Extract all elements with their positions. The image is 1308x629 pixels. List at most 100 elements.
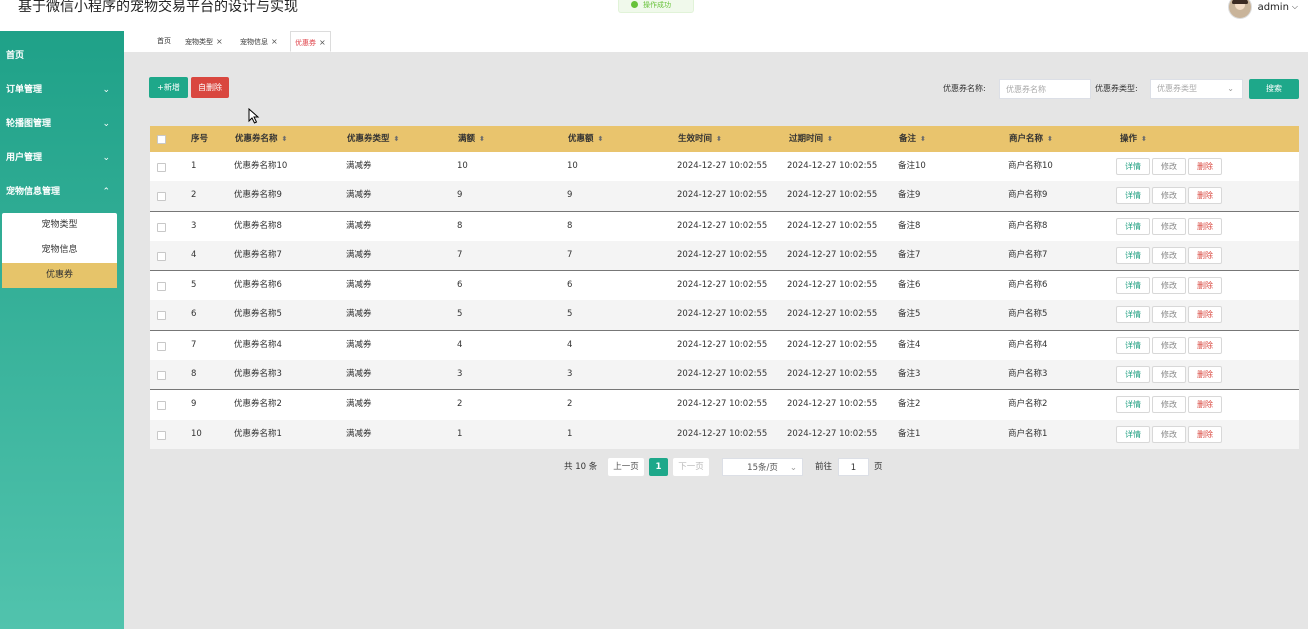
- row-checkbox[interactable]: [157, 163, 166, 172]
- select-all-checkbox[interactable]: [157, 135, 166, 144]
- edit-button[interactable]: 修改: [1152, 306, 1186, 324]
- coupon-table: 序号 优惠券名称 ⬍ 优惠券类型 ⬍ 满额 ⬍ 优惠额 ⬍ 生效时间 ⬍ 过期时间 ⬍ 备注…: [150, 126, 1299, 449]
- detail-button[interactable]: 详情: [1116, 158, 1150, 175]
- close-icon[interactable]: ×: [216, 37, 223, 46]
- row-checkbox[interactable]: [157, 371, 166, 381]
- cell-end: 2024-12-27 10:02:55: [787, 220, 878, 231]
- sidebar-item-banners[interactable]: 轮播图管理 ⌄: [0, 107, 124, 141]
- sort-icon: ⬍: [920, 135, 926, 143]
- sidebar-item-orders[interactable]: 订单管理 ⌄: [0, 73, 124, 107]
- coupon-type-select[interactable]: 优惠券类型 ⌄: [1150, 79, 1243, 99]
- detail-button[interactable]: 详情: [1116, 336, 1150, 354]
- delete-row-button[interactable]: 删除: [1188, 425, 1222, 443]
- column-header[interactable]: 过期时间 ⬍: [789, 126, 833, 152]
- cell-index: 5: [191, 280, 197, 291]
- row-checkbox[interactable]: [157, 251, 166, 261]
- delete-row-button[interactable]: 删除: [1188, 187, 1222, 205]
- edit-button[interactable]: 修改: [1152, 366, 1186, 384]
- column-header[interactable]: 优惠额 ⬍: [568, 126, 603, 152]
- add-button[interactable]: +新增: [149, 77, 188, 98]
- username[interactable]: admin: [1258, 2, 1289, 13]
- row-checkbox[interactable]: [157, 430, 166, 440]
- submenu-item-pet-type[interactable]: 宠物类型: [2, 213, 117, 238]
- table-row: 2 优惠券名称9 满减券 9 9 2024-12-27 10:02:55 2024-12-2…: [150, 181, 1299, 212]
- tab-home[interactable]: 首页: [153, 31, 175, 52]
- column-header[interactable]: 满额 ⬍: [458, 126, 485, 152]
- tab-pet-type[interactable]: 宠物类型 ×: [181, 31, 227, 52]
- search-button[interactable]: 搜索: [1249, 79, 1299, 99]
- column-header[interactable]: 序号: [191, 126, 208, 152]
- detail-button[interactable]: 详情: [1116, 217, 1150, 235]
- column-header[interactable]: 商户名称 ⬍: [1009, 126, 1053, 152]
- cell-remark: 备注4: [898, 339, 921, 350]
- sidebar-item-pet-info[interactable]: 宠物信息管理 ⌃: [0, 175, 124, 209]
- row-checkbox[interactable]: [157, 222, 166, 232]
- close-icon[interactable]: ×: [271, 37, 278, 46]
- edit-button[interactable]: 修改: [1152, 217, 1186, 235]
- sidebar-item-home[interactable]: 首页: [0, 39, 124, 73]
- edit-button[interactable]: 修改: [1152, 158, 1186, 175]
- submenu-item-coupon[interactable]: 优惠券: [2, 263, 117, 288]
- row-checkbox[interactable]: [157, 282, 166, 292]
- edit-button[interactable]: 修改: [1152, 336, 1186, 354]
- sidebar-item-label: 订单管理: [6, 85, 43, 95]
- row-checkbox[interactable]: [157, 401, 166, 411]
- tab-pet-info[interactable]: 宠物信息 ×: [236, 31, 282, 52]
- row-checkbox[interactable]: [157, 311, 166, 321]
- delete-row-button[interactable]: 删除: [1188, 306, 1222, 324]
- detail-button[interactable]: 详情: [1116, 246, 1150, 264]
- delete-row-button[interactable]: 删除: [1188, 277, 1222, 295]
- user-menu[interactable]: admin ⌵: [1227, 0, 1298, 19]
- close-icon[interactable]: ×: [319, 38, 326, 47]
- goto-page-input[interactable]: 1: [838, 458, 869, 476]
- app-title: 基于微信小程序的宠物交易平台的设计与实现: [18, 0, 298, 15]
- delete-row-button[interactable]: 删除: [1188, 366, 1222, 384]
- column-header[interactable]: 操作 ⬍: [1120, 126, 1147, 152]
- prev-page-button[interactable]: 上一页: [608, 458, 644, 476]
- edit-button[interactable]: 修改: [1152, 396, 1186, 414]
- delete-row-button[interactable]: 删除: [1188, 396, 1222, 414]
- edit-button[interactable]: 修改: [1152, 277, 1186, 295]
- cell-type: 满减券: [346, 190, 372, 201]
- detail-button[interactable]: 详情: [1116, 425, 1150, 443]
- cell-end: 2024-12-27 10:02:55: [787, 339, 878, 350]
- row-checkbox[interactable]: [157, 341, 166, 351]
- cell-full: 10: [457, 161, 468, 171]
- detail-button[interactable]: 详情: [1116, 366, 1150, 384]
- cell-name: 优惠券名称7: [234, 249, 282, 260]
- delete-button[interactable]: 自删除: [191, 77, 229, 98]
- table-row: 5 优惠券名称6 满减券 6 6 2024-12-27 10:02:55 2024-12-2…: [150, 271, 1299, 301]
- column-header[interactable]: 备注 ⬍: [899, 126, 926, 152]
- delete-row-button[interactable]: 删除: [1188, 217, 1222, 235]
- sidebar-item-users[interactable]: 用户管理 ⌄: [0, 141, 124, 175]
- cell-full: 6: [457, 280, 463, 291]
- chevron-down-icon[interactable]: ⌵: [1292, 2, 1298, 12]
- cell-start: 2024-12-27 10:02:55: [677, 161, 768, 171]
- submenu-item-pet-info[interactable]: 宠物信息: [2, 238, 117, 263]
- avatar[interactable]: [1227, 0, 1252, 19]
- edit-button[interactable]: 修改: [1152, 425, 1186, 443]
- detail-button[interactable]: 详情: [1116, 277, 1150, 295]
- detail-button[interactable]: 详情: [1116, 187, 1150, 205]
- tab-coupon[interactable]: 优惠券 ×: [290, 31, 331, 52]
- cell-end: 2024-12-27 10:02:55: [787, 249, 878, 260]
- table-body: 1 优惠券名称10 满减券 10 10 2024-12-27 10:02:55 2024-1…: [150, 152, 1299, 449]
- next-page-button[interactable]: 下一页: [673, 458, 709, 476]
- column-header[interactable]: 优惠券类型 ⬍: [347, 126, 399, 152]
- column-header[interactable]: 生效时间 ⬍: [678, 126, 722, 152]
- tab-label: 首页: [157, 37, 171, 45]
- delete-row-button[interactable]: 删除: [1188, 158, 1222, 175]
- cell-index: 1: [191, 161, 197, 171]
- delete-row-button[interactable]: 删除: [1188, 246, 1222, 264]
- current-page[interactable]: 1: [649, 458, 668, 476]
- detail-button[interactable]: 详情: [1116, 396, 1150, 414]
- page-size-select[interactable]: 15条/页 ⌄: [722, 458, 803, 476]
- detail-button[interactable]: 详情: [1116, 306, 1150, 324]
- edit-button[interactable]: 修改: [1152, 246, 1186, 264]
- column-header[interactable]: 优惠券名称 ⬍: [235, 126, 287, 152]
- edit-button[interactable]: 修改: [1152, 187, 1186, 205]
- row-checkbox[interactable]: [157, 192, 166, 202]
- cell-index: 9: [191, 399, 197, 410]
- delete-row-button[interactable]: 删除: [1188, 336, 1222, 354]
- coupon-name-input[interactable]: [999, 79, 1091, 99]
